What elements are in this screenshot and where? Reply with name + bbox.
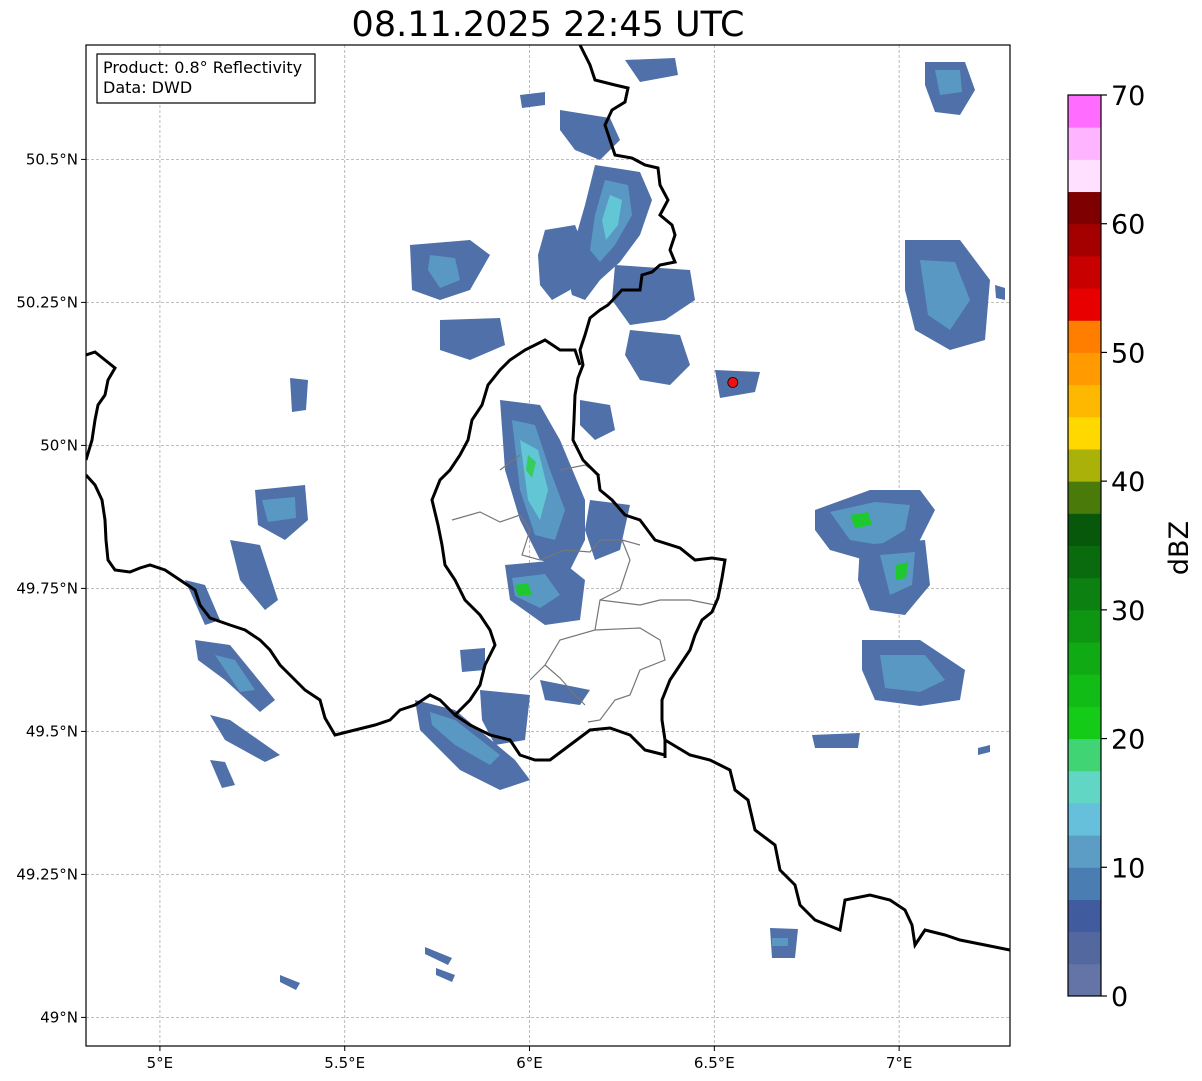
x-tick-label: 5°E — [147, 1054, 174, 1072]
colorbar-segment — [1068, 255, 1101, 289]
colorbar-segment — [1068, 802, 1101, 836]
colorbar-segment — [1068, 513, 1101, 546]
colorbar-tick-label: 40 — [1111, 467, 1145, 498]
colorbar-segment — [1068, 867, 1101, 900]
colorbar-segment — [1068, 320, 1101, 353]
x-tick-label: 7°E — [886, 1054, 913, 1072]
x-tick-label: 6°E — [516, 1054, 543, 1072]
colorbar-tick-label: 30 — [1111, 596, 1145, 627]
colorbar — [1067, 94, 1102, 997]
y-tick-label: 49.5°N — [26, 722, 78, 740]
colorbar-tick-label: 70 — [1111, 81, 1145, 112]
y-tick-label: 49°N — [40, 1008, 78, 1026]
colorbar-segment — [1068, 642, 1101, 675]
radar-site-marker — [727, 377, 739, 388]
y-tick-label: 50.25°N — [16, 293, 78, 311]
colorbar-segment — [1068, 706, 1101, 740]
y-tick-label: 50°N — [40, 436, 78, 454]
y-axis-ticks: 50.5°N 50.25°N 50°N 49.75°N 49.5°N 49.25°N 49°… — [16, 150, 86, 1026]
info-data-source: Data: DWD — [103, 78, 192, 97]
colorbar-segment — [1068, 481, 1101, 514]
colorbar-segment — [1068, 448, 1101, 482]
colorbar-tick-label: 50 — [1111, 338, 1145, 369]
info-box: Product: 0.8° Reflectivity Data: DWD — [96, 53, 316, 104]
colorbar-label: dBZ — [1164, 521, 1195, 575]
x-tick-label: 6.5°E — [694, 1054, 735, 1072]
colorbar-segment — [1068, 384, 1101, 418]
colorbar-segment — [1068, 288, 1101, 321]
y-tick-label: 50.5°N — [26, 150, 78, 168]
colorbar-segment — [1068, 223, 1101, 257]
colorbar-segment — [1068, 899, 1101, 933]
y-tick-label: 49.75°N — [16, 579, 78, 597]
colorbar-segment — [1068, 674, 1101, 707]
x-axis-ticks: 5°E 5.5°E 6°E 6.5°E 7°E — [147, 1046, 913, 1072]
colorbar-segment — [1068, 577, 1101, 611]
colorbar-segment — [1068, 835, 1101, 868]
colorbar-segment — [1068, 352, 1101, 386]
info-product: Product: 0.8° Reflectivity — [103, 58, 302, 77]
colorbar-segment — [1068, 931, 1101, 965]
colorbar-tick-label: 60 — [1111, 210, 1145, 241]
colorbar-ticks: 0 10 20 30 40 50 60 70 — [1101, 81, 1145, 1013]
colorbar-segment — [1068, 963, 1101, 997]
radar-map: Product: 0.8° Reflectivity Data: DWD 5°E… — [16, 44, 1195, 1072]
colorbar-segment — [1068, 609, 1101, 643]
y-tick-label: 49.25°N — [16, 865, 78, 883]
colorbar-segment — [1068, 191, 1101, 225]
colorbar-segment — [1068, 738, 1101, 772]
colorbar-segment — [1068, 770, 1101, 804]
colorbar-segment — [1068, 416, 1101, 450]
colorbar-segment — [1068, 545, 1101, 579]
colorbar-segment — [1068, 95, 1101, 128]
colorbar-tick-label: 0 — [1111, 982, 1128, 1013]
x-tick-label: 5.5°E — [324, 1054, 365, 1072]
colorbar-segment — [1068, 159, 1101, 193]
colorbar-segment — [1068, 127, 1101, 160]
colorbar-tick-label: 10 — [1111, 853, 1145, 884]
colorbar-tick-label: 20 — [1111, 725, 1145, 756]
